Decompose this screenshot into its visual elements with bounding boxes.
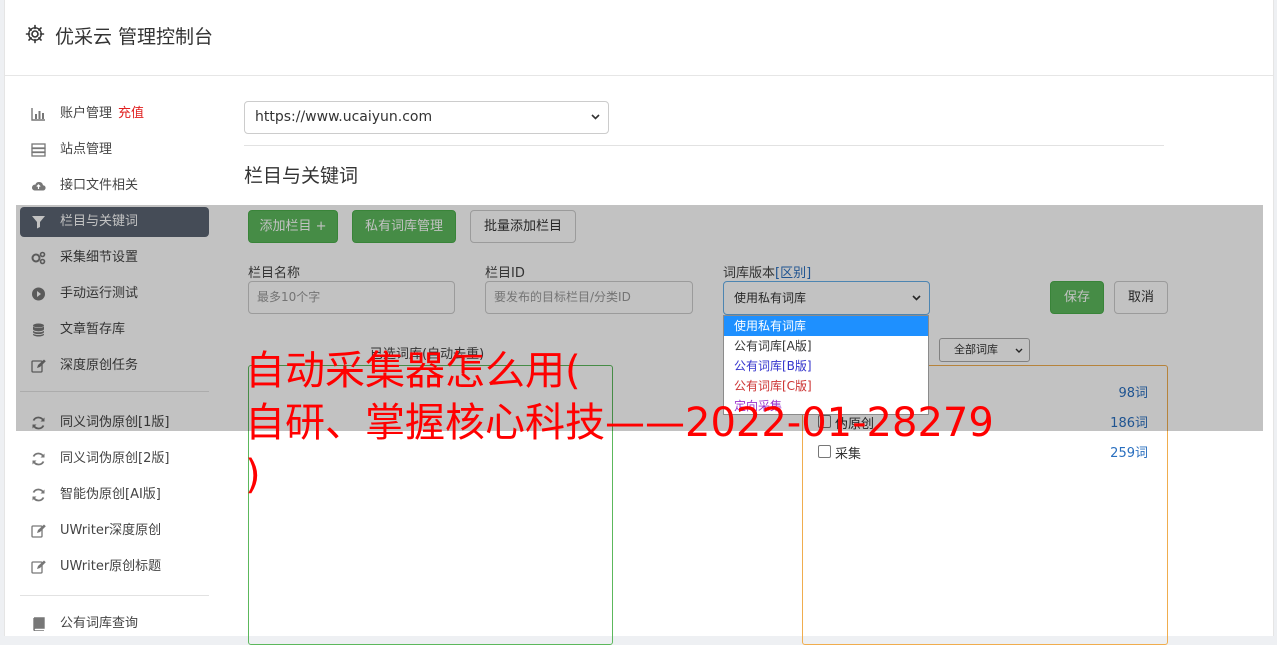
selected-library-panel xyxy=(248,365,613,645)
server-icon xyxy=(31,143,46,157)
save-button[interactable]: 保存 xyxy=(1050,281,1104,314)
sidebar-item-interface-files[interactable]: 接口文件相关 xyxy=(20,171,209,201)
chevron-down-icon xyxy=(1015,348,1023,353)
filter-icon xyxy=(32,216,45,229)
sidebar-item-columns-keywords[interactable]: 栏目与关键词 xyxy=(20,207,209,237)
recharge-link[interactable]: 充值 xyxy=(118,106,144,121)
batch-add-column-button[interactable]: 批量添加栏目 xyxy=(470,210,576,243)
cogs-icon xyxy=(31,251,46,265)
library-filter-value: 全部词库 xyxy=(954,343,998,356)
library-name: 采集 xyxy=(835,447,862,462)
edit-icon xyxy=(31,524,46,538)
selected-library-title: 已选词库(自动去重) xyxy=(370,347,485,362)
main-content: https://www.ucaiyun.com 栏目与关键词 添加栏目 + 私有… xyxy=(244,0,1168,645)
sidebar-item-label: 接口文件相关 xyxy=(60,178,139,193)
sidebar-item-collect-settings[interactable]: 采集细节设置 xyxy=(20,243,209,273)
site-select-value: https://www.ucaiyun.com xyxy=(255,109,433,125)
sidebar-item-label: 文章暂存库 xyxy=(60,322,126,337)
sidebar-item-label: UWriter深度原创 xyxy=(60,523,162,538)
library-checkbox[interactable] xyxy=(818,415,831,428)
option-public-c[interactable]: 公有词库[C版] xyxy=(724,376,928,396)
column-name-input[interactable]: 最多10个字 xyxy=(248,281,455,314)
add-column-button[interactable]: 添加栏目 + xyxy=(248,210,338,243)
sidebar-item-uwriter-title[interactable]: UWriter原创标题 xyxy=(20,552,209,582)
option-public-b[interactable]: 公有词库[B版] xyxy=(724,356,928,376)
sidebar-item-label: UWriter原创标题 xyxy=(60,559,162,574)
column-id-label: 栏目ID xyxy=(485,266,525,281)
sidebar-item-label: 栏目与关键词 xyxy=(60,214,139,229)
library-version-select[interactable]: 使用私有词库 xyxy=(723,281,930,315)
cloud-upload-icon xyxy=(31,182,46,191)
chevron-down-icon xyxy=(591,114,600,120)
sidebar-item-account[interactable]: 账户管理 充值 xyxy=(20,99,209,129)
refresh-icon xyxy=(32,452,45,466)
private-library-button[interactable]: 私有词库管理 xyxy=(352,210,456,243)
sidebar-item-synonym-v2[interactable]: 同义词伪原创[2版] xyxy=(20,444,209,474)
sidebar-item-public-lib-query[interactable]: 公有词库查询 xyxy=(20,609,209,639)
sidebar-item-uwriter-deep[interactable]: UWriter深度原创 xyxy=(20,516,209,546)
sidebar-item-article-store[interactable]: 文章暂存库 xyxy=(20,315,209,345)
library-filter-select[interactable]: 全部词库 xyxy=(939,338,1030,362)
option-public-a[interactable]: 公有词库[A版] xyxy=(724,336,928,356)
library-version-value: 使用私有词库 xyxy=(734,291,807,305)
chevron-down-icon xyxy=(912,295,921,301)
sidebar-item-label: 账户管理 xyxy=(60,106,113,121)
library-count: 259词 xyxy=(1110,446,1148,461)
option-private-library[interactable]: 使用私有词库 xyxy=(724,316,928,336)
bar-chart-icon xyxy=(31,108,45,121)
library-version-dropdown[interactable]: 使用私有词库 公有词库[A版] 公有词库[B版] 公有词库[C版] 定向采集 xyxy=(723,315,929,415)
column-id-input[interactable]: 要发布的目标栏目/分类ID xyxy=(485,281,693,314)
option-directed-collect[interactable]: 定向采集 xyxy=(724,396,928,416)
sidebar-item-manual-run[interactable]: 手动运行测试 xyxy=(20,279,209,309)
library-checkbox[interactable] xyxy=(818,445,831,458)
sidebar-item-label: 手动运行测试 xyxy=(60,286,139,301)
site-select[interactable]: https://www.ucaiyun.com xyxy=(244,101,609,134)
gear-icon xyxy=(25,24,45,44)
page-title: 栏目与关键词 xyxy=(244,165,359,187)
refresh-icon xyxy=(32,416,45,430)
sidebar-item-label: 智能伪原创[AI版] xyxy=(60,487,161,502)
sidebar-divider xyxy=(20,595,209,596)
sidebar-divider xyxy=(20,391,209,392)
sidebar-item-label: 公有词库查询 xyxy=(60,616,139,631)
sidebar-item-deep-original-task[interactable]: 深度原创任务 xyxy=(20,351,209,381)
sidebar-item-label: 同义词伪原创[1版] xyxy=(60,415,170,430)
refresh-icon xyxy=(32,488,45,502)
list-item[interactable]: 采集 259词 xyxy=(818,442,1148,462)
sidebar-item-synonym-v1[interactable]: 同义词伪原创[1版] xyxy=(20,408,209,438)
sidebar-item-sites[interactable]: 站点管理 xyxy=(20,135,209,165)
library-count: 186词 xyxy=(1110,416,1148,431)
library-version-label: 词库版本[区别] xyxy=(723,266,812,281)
database-icon xyxy=(32,323,45,337)
book-icon xyxy=(33,617,45,631)
play-icon xyxy=(32,287,45,301)
difference-link[interactable]: [区别] xyxy=(775,266,811,281)
sidebar-item-label: 同义词伪原创[2版] xyxy=(60,451,170,466)
edit-icon xyxy=(31,560,46,574)
sidebar-item-label: 站点管理 xyxy=(60,142,113,157)
app-title: 优采云 管理控制台 xyxy=(55,26,214,48)
library-count: 98词 xyxy=(1118,386,1148,401)
sidebar-item-label: 采集细节设置 xyxy=(60,250,139,265)
cancel-button[interactable]: 取消 xyxy=(1114,281,1168,314)
divider xyxy=(244,145,1164,146)
sidebar-item-ai-rewrite[interactable]: 智能伪原创[AI版] xyxy=(20,480,209,510)
sidebar-item-label: 深度原创任务 xyxy=(60,358,139,373)
column-name-label: 栏目名称 xyxy=(248,266,301,281)
edit-icon xyxy=(31,359,46,373)
